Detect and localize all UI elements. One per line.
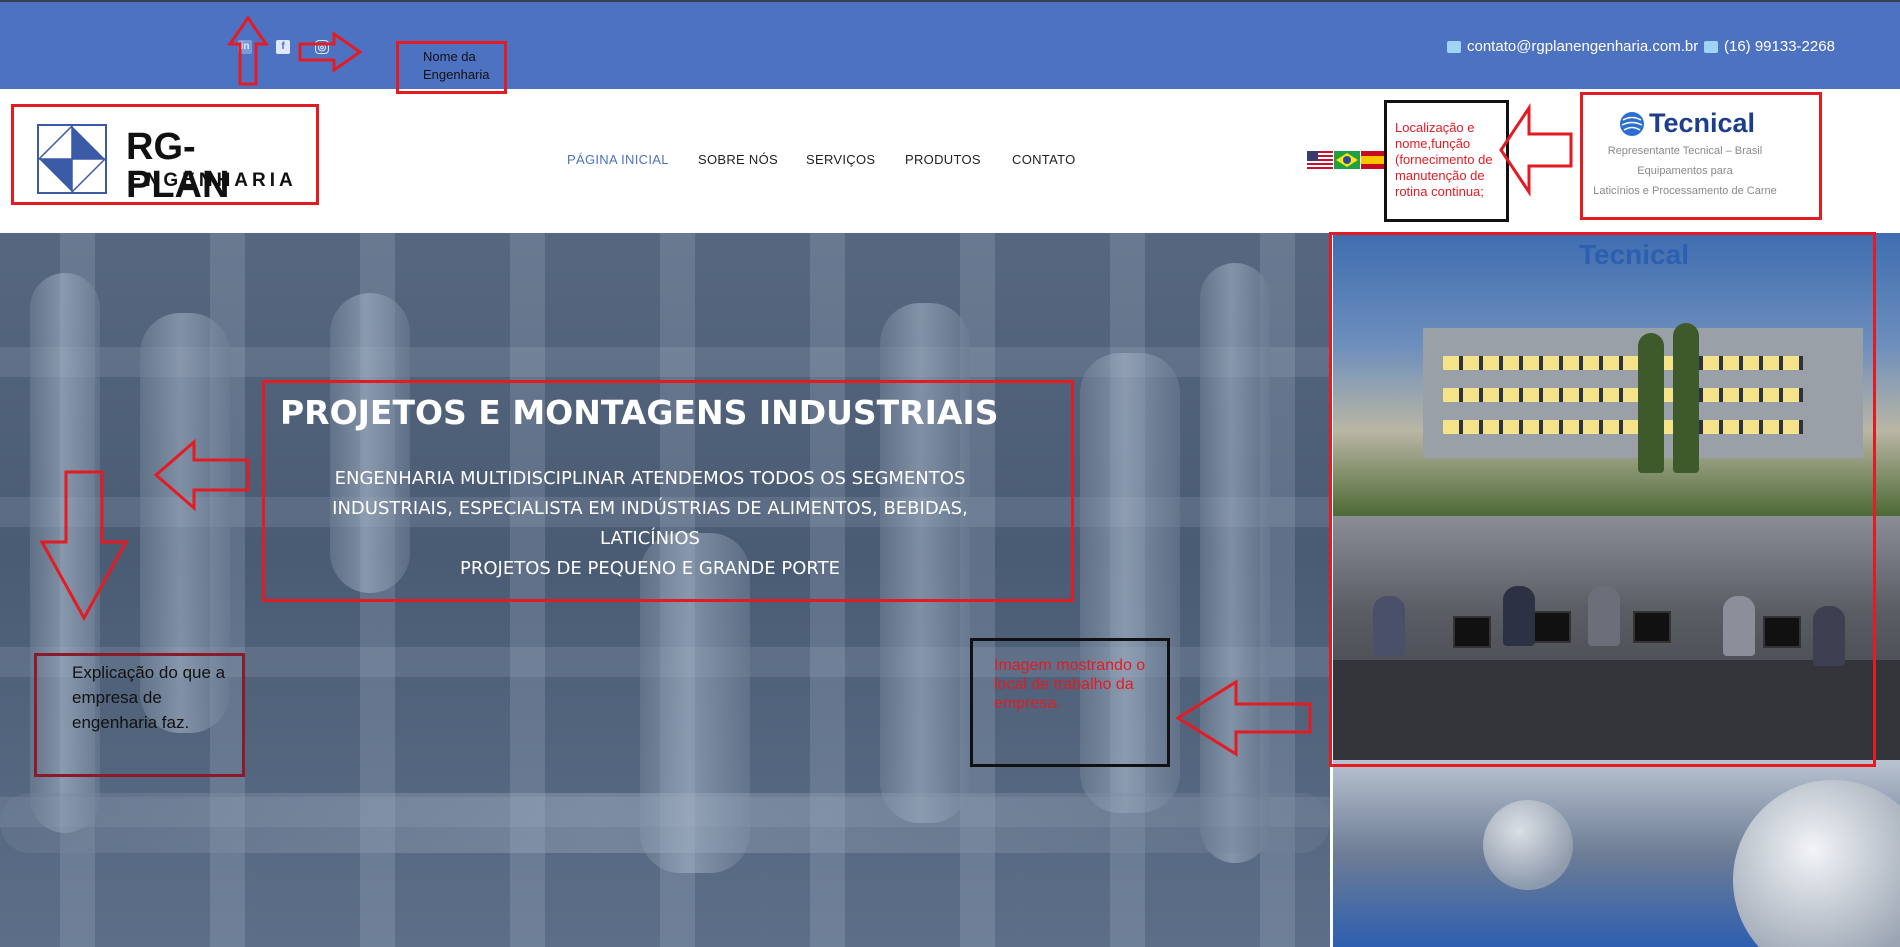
nav-item-services[interactable]: SERVIÇOS xyxy=(806,152,875,167)
arrow-up-icon xyxy=(227,15,269,86)
page: in f ◎ contato@rgplanengenharia.com.br (… xyxy=(0,0,1900,947)
arrow-down-icon xyxy=(39,470,129,622)
arrow-left-icon xyxy=(153,438,250,512)
annotation-location-text: Localização e nome,função (fornecimento … xyxy=(1395,120,1493,199)
annotation-box-logo xyxy=(11,104,319,205)
facebook-icon[interactable]: f xyxy=(276,40,290,54)
nav-item-about[interactable]: SOBRE NÓS xyxy=(698,152,778,167)
contact-email-text: contato@rgplanengenharia.com.br xyxy=(1467,38,1699,55)
annotation-company-name: Nome da Engenharia xyxy=(423,49,490,82)
nav-item-products[interactable]: PRODUTOS xyxy=(905,152,981,167)
contact-email[interactable]: contato@rgplanengenharia.com.br xyxy=(1447,38,1698,55)
factory-photo xyxy=(1333,760,1900,947)
nav-item-home[interactable]: PÁGINA INICIAL xyxy=(567,152,669,167)
arrow-right-icon xyxy=(298,31,363,73)
us-flag-icon[interactable] xyxy=(1307,151,1333,169)
annotation-explanation-text: Explicação do que a empresa de engenhari… xyxy=(72,663,226,732)
arrow-left-icon xyxy=(1499,103,1573,197)
envelope-icon xyxy=(1447,40,1461,53)
annotation-image-text: Imagem mostrando o local de trabalho da … xyxy=(994,657,1146,712)
nav-item-contact[interactable]: CONTATO xyxy=(1012,152,1076,167)
arrow-left-icon xyxy=(1175,679,1312,757)
contact-phone-text: (16) 99133-2268 xyxy=(1724,38,1835,55)
contact-phone[interactable]: (16) 99133-2268 xyxy=(1704,38,1835,55)
top-bar: in f ◎ contato@rgplanengenharia.com.br (… xyxy=(0,0,1900,89)
annotation-box-hero xyxy=(262,380,1074,602)
annotation-box-photos xyxy=(1329,232,1876,767)
annotation-box-partner xyxy=(1580,92,1822,220)
brazil-flag-icon[interactable] xyxy=(1334,151,1360,169)
whatsapp-icon xyxy=(1704,40,1718,53)
